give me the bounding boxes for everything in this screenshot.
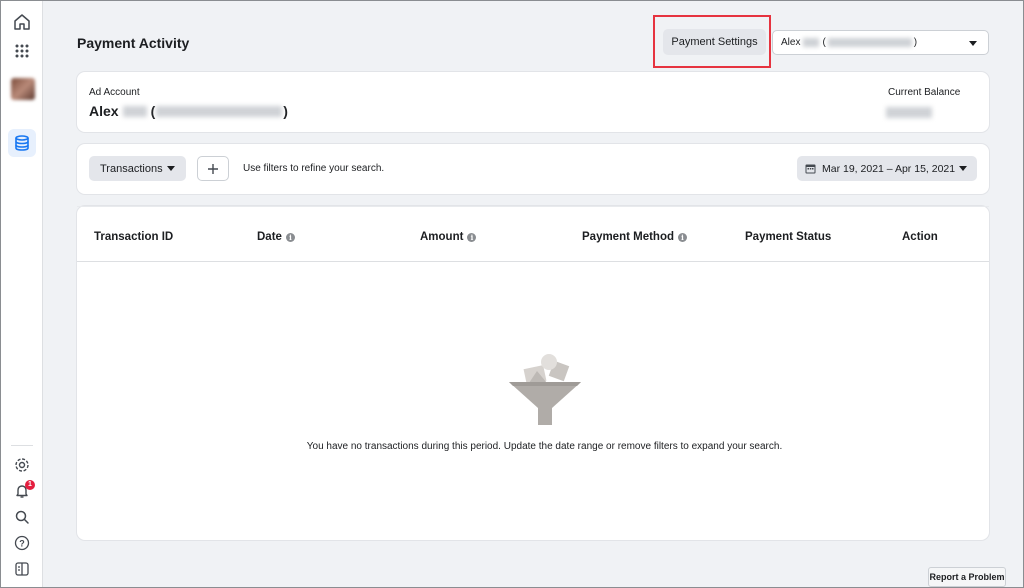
redacted-surname bbox=[803, 38, 820, 47]
filter-hint-text: Use filters to refine your search. bbox=[243, 163, 385, 174]
transactions-filter-label: Transactions bbox=[100, 162, 163, 175]
sidebar-divider bbox=[11, 445, 33, 446]
ad-account-label: Ad Account bbox=[89, 87, 140, 98]
current-balance-label: Current Balance bbox=[888, 87, 961, 98]
date-range-label: Mar 19, 2021 – Apr 15, 2021 bbox=[822, 162, 956, 175]
redacted-account-id bbox=[827, 38, 912, 47]
billing-icon[interactable] bbox=[8, 129, 36, 157]
transactions-table: Transaction ID Date i Amount i Payment Met… bbox=[77, 206, 989, 540]
svg-text:?: ? bbox=[19, 539, 25, 549]
help-icon[interactable]: ? bbox=[10, 531, 34, 555]
column-label: Payment Method bbox=[582, 231, 675, 243]
column-header-payment-status[interactable]: Payment Status bbox=[745, 231, 831, 243]
table-header: Transaction ID Date i Amount i Payment Met… bbox=[77, 206, 989, 262]
ad-account-first-name: Alex bbox=[89, 103, 119, 119]
account-selector[interactable]: Alex ( ) bbox=[772, 30, 989, 55]
info-icon[interactable]: i bbox=[285, 232, 295, 242]
column-header-payment-method[interactable]: Payment Method i bbox=[582, 231, 688, 243]
chevron-down-icon bbox=[969, 41, 977, 46]
filter-bar: Transactions Use filters to refine your … bbox=[77, 144, 989, 194]
settings-icon[interactable] bbox=[10, 453, 34, 477]
payment-settings-button[interactable]: Payment Settings bbox=[663, 29, 766, 55]
account-selector-name: Alex bbox=[781, 37, 801, 48]
ad-account-paren-close: ) bbox=[283, 103, 288, 119]
ad-account-name: Alex ( ) bbox=[89, 103, 288, 119]
column-header-date[interactable]: Date i bbox=[257, 231, 295, 243]
ad-account-paren-open: ( bbox=[150, 103, 156, 119]
chevron-down-icon bbox=[167, 166, 175, 171]
left-sidebar: 1 ? bbox=[1, 1, 43, 587]
transactions-filter-dropdown[interactable]: Transactions bbox=[89, 156, 186, 181]
account-avatar[interactable] bbox=[11, 78, 35, 100]
column-label: Date bbox=[257, 231, 282, 243]
account-summary-card: Ad Account Alex ( ) Current Balance bbox=[77, 72, 989, 132]
redacted-balance-value bbox=[886, 107, 932, 118]
notification-badge: 1 bbox=[25, 480, 35, 490]
empty-funnel-illustration bbox=[509, 354, 581, 425]
account-selector-paren-open: ( bbox=[822, 37, 826, 48]
column-header-transaction-id[interactable]: Transaction ID bbox=[94, 231, 173, 243]
redacted-surname bbox=[122, 105, 147, 117]
calendar-icon bbox=[805, 164, 816, 174]
redacted-account-id bbox=[156, 105, 283, 117]
plus-icon bbox=[208, 163, 218, 174]
column-label: Transaction ID bbox=[94, 231, 174, 243]
column-header-action: Action bbox=[902, 231, 938, 243]
chevron-down-icon bbox=[959, 166, 967, 171]
column-label: Action bbox=[902, 231, 938, 243]
home-icon[interactable] bbox=[10, 10, 34, 34]
column-label: Amount bbox=[420, 231, 464, 243]
add-filter-button[interactable] bbox=[197, 156, 229, 181]
search-icon[interactable] bbox=[10, 505, 34, 529]
report-problem-button[interactable]: Report a Problem bbox=[928, 567, 1006, 587]
panel-toggle-icon[interactable] bbox=[10, 557, 34, 581]
info-icon[interactable]: i bbox=[467, 232, 477, 242]
column-header-amount[interactable]: Amount i bbox=[420, 231, 477, 243]
account-selector-paren-close: ) bbox=[913, 37, 918, 48]
info-icon[interactable]: i bbox=[678, 232, 688, 242]
date-range-picker[interactable]: Mar 19, 2021 – Apr 15, 2021 bbox=[797, 156, 977, 181]
empty-state-message: You have no transactions during this per… bbox=[306, 441, 783, 452]
apps-grid-icon[interactable] bbox=[10, 39, 34, 63]
page-title: Payment Activity bbox=[77, 35, 190, 51]
column-label: Payment Status bbox=[745, 231, 832, 243]
